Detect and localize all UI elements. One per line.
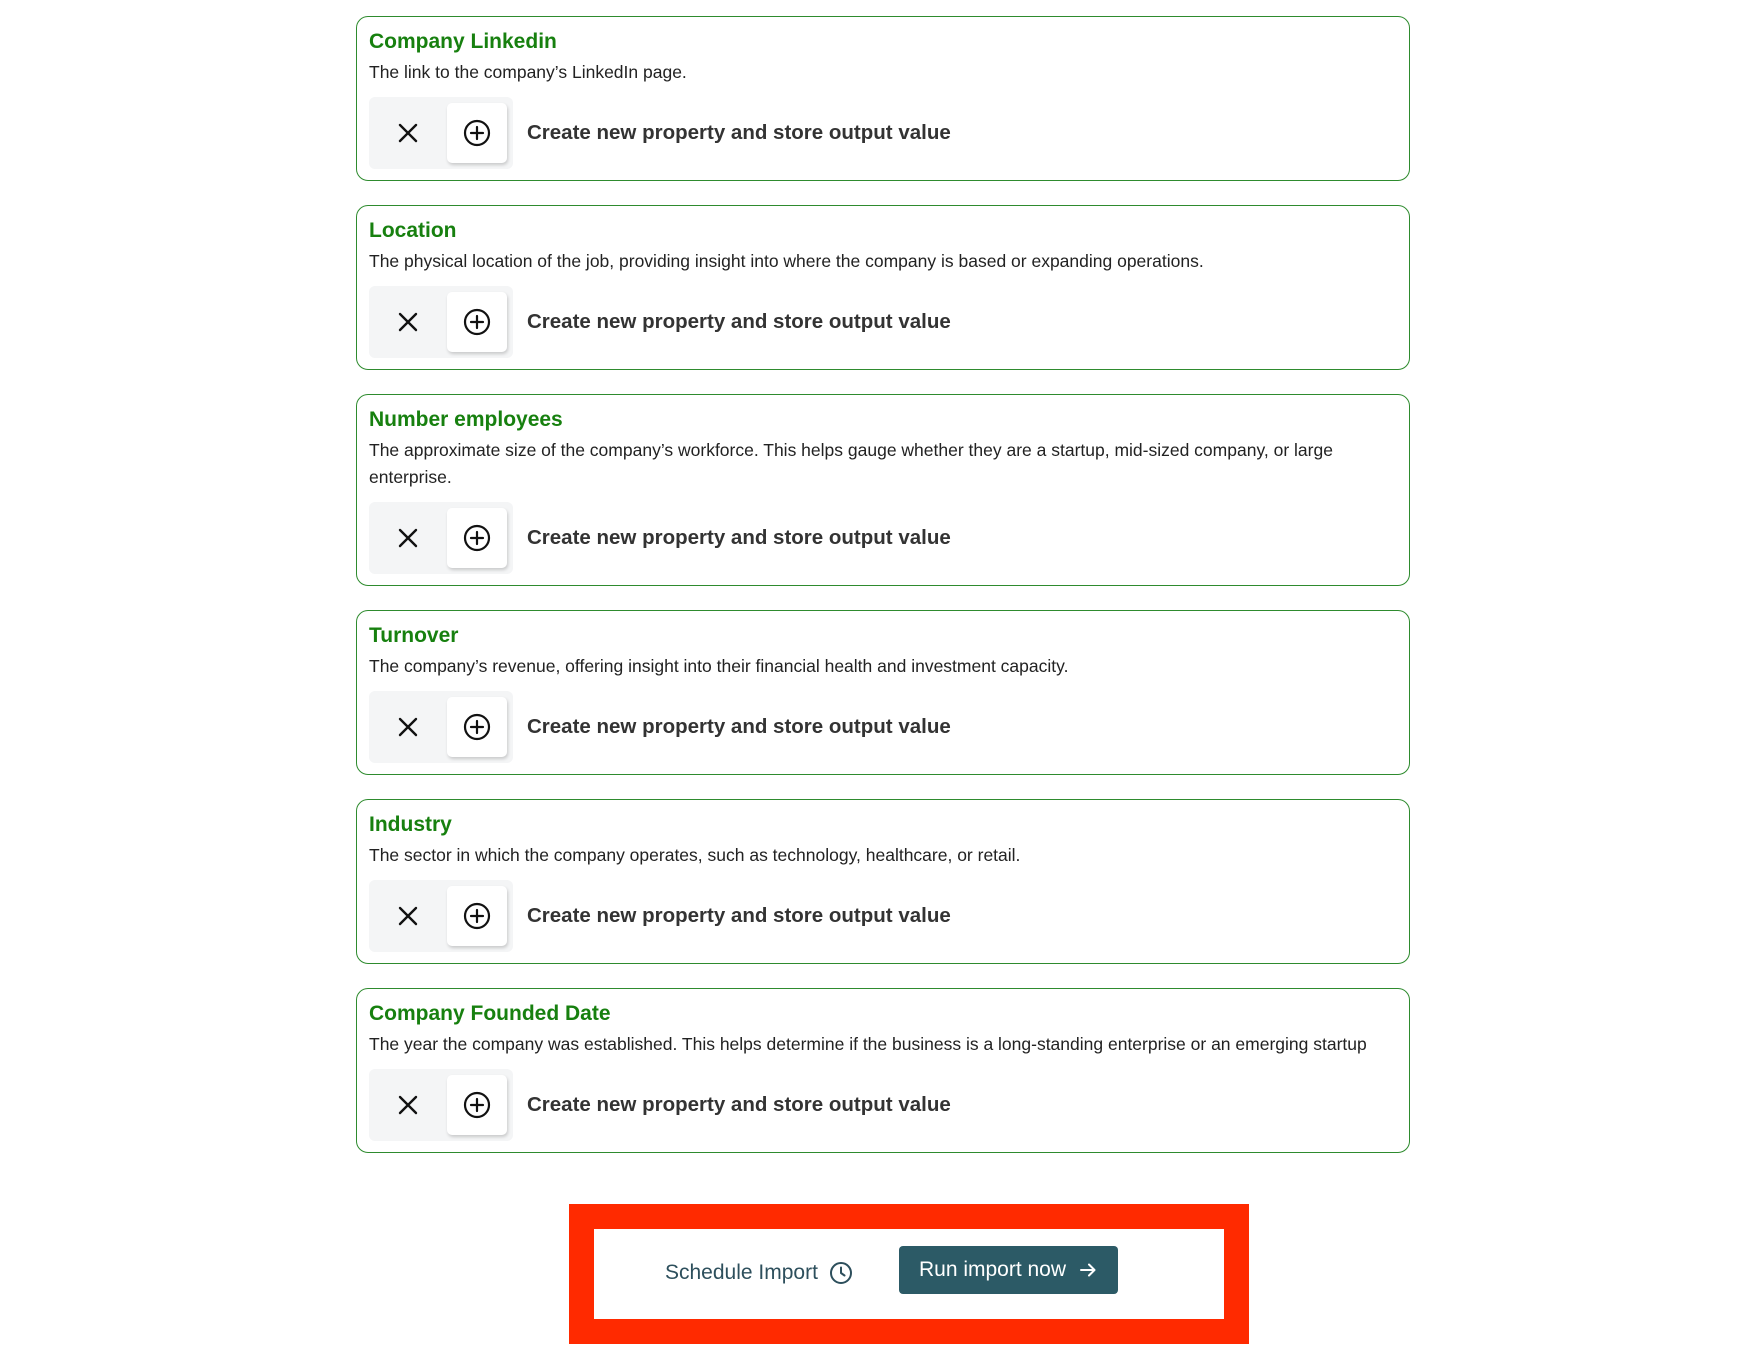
schedule-import-label: Schedule Import bbox=[665, 1261, 818, 1284]
property-action-row: Create new property and store output val… bbox=[369, 286, 1397, 358]
plus-circle-icon bbox=[463, 524, 491, 552]
property-description: The year the company was established. Th… bbox=[369, 1034, 1367, 1054]
property-action-row: Create new property and store output val… bbox=[369, 1069, 1397, 1141]
action-button-group bbox=[369, 502, 513, 574]
property-action-row: Create new property and store output val… bbox=[369, 880, 1397, 952]
create-property-button[interactable] bbox=[447, 697, 507, 757]
remove-property-button[interactable] bbox=[369, 502, 447, 574]
create-property-label: Create new property and store output val… bbox=[527, 121, 951, 144]
close-icon bbox=[398, 123, 418, 143]
property-title: Turnover bbox=[369, 624, 459, 647]
arrow-right-icon bbox=[1080, 1263, 1096, 1277]
action-button-group bbox=[369, 1069, 513, 1141]
plus-circle-icon bbox=[463, 308, 491, 336]
property-action-row: Create new property and store output val… bbox=[369, 97, 1397, 169]
property-title: Location bbox=[369, 219, 457, 242]
create-property-label: Create new property and store output val… bbox=[527, 526, 951, 549]
property-card-industry: Industry The sector in which the company… bbox=[356, 799, 1410, 964]
close-icon bbox=[398, 906, 418, 926]
create-property-button[interactable] bbox=[447, 1075, 507, 1135]
property-description: The sector in which the company operates… bbox=[369, 845, 1021, 865]
property-description: The approximate size of the company’s wo… bbox=[369, 440, 1333, 487]
property-card-company-linkedin: Company Linkedin The link to the company… bbox=[356, 16, 1410, 181]
property-title: Number employees bbox=[369, 408, 563, 431]
plus-circle-icon bbox=[463, 902, 491, 930]
create-property-label: Create new property and store output val… bbox=[527, 310, 951, 333]
remove-property-button[interactable] bbox=[369, 286, 447, 358]
create-property-label: Create new property and store output val… bbox=[527, 1093, 951, 1116]
remove-property-button[interactable] bbox=[369, 880, 447, 952]
remove-property-button[interactable] bbox=[369, 1069, 447, 1141]
property-action-row: Create new property and store output val… bbox=[369, 691, 1397, 763]
create-property-button[interactable] bbox=[447, 103, 507, 163]
clock-icon bbox=[829, 1262, 852, 1284]
create-property-label: Create new property and store output val… bbox=[527, 715, 951, 738]
property-card-turnover: Turnover The company’s revenue, offering… bbox=[356, 610, 1410, 775]
remove-property-button[interactable] bbox=[369, 691, 447, 763]
close-icon bbox=[398, 717, 418, 737]
action-button-group bbox=[369, 880, 513, 952]
schedule-import-button[interactable]: Schedule Import bbox=[665, 1253, 853, 1293]
action-button-group bbox=[369, 691, 513, 763]
plus-circle-icon bbox=[463, 119, 491, 147]
action-button-group bbox=[369, 97, 513, 169]
create-property-button[interactable] bbox=[447, 886, 507, 946]
close-icon bbox=[398, 528, 418, 548]
property-title: Company Linkedin bbox=[369, 30, 557, 53]
property-action-row: Create new property and store output val… bbox=[369, 502, 1397, 574]
close-icon bbox=[398, 1095, 418, 1115]
property-description: The company’s revenue, offering insight … bbox=[369, 656, 1069, 676]
action-button-group bbox=[369, 286, 513, 358]
property-description: The link to the company’s LinkedIn page. bbox=[369, 62, 687, 82]
create-property-label: Create new property and store output val… bbox=[527, 904, 951, 927]
property-card-location: Location The physical location of the jo… bbox=[356, 205, 1410, 370]
property-title: Company Founded Date bbox=[369, 1002, 611, 1025]
run-import-label: Run import now bbox=[918, 1258, 1067, 1281]
property-description: The physical location of the job, provid… bbox=[369, 251, 1204, 271]
property-card-number-employees: Number employees The approximate size of… bbox=[356, 394, 1410, 586]
property-title: Industry bbox=[369, 813, 452, 836]
plus-circle-icon bbox=[463, 1091, 491, 1119]
footer-highlight-box: Schedule Import Run import now bbox=[569, 1204, 1249, 1344]
property-list: Company Linkedin The link to the company… bbox=[356, 16, 1410, 1177]
plus-circle-icon bbox=[463, 713, 491, 741]
remove-property-button[interactable] bbox=[369, 97, 447, 169]
create-property-button[interactable] bbox=[447, 292, 507, 352]
property-card-company-founded-date: Company Founded Date The year the compan… bbox=[356, 988, 1410, 1153]
close-icon bbox=[398, 312, 418, 332]
run-import-now-button[interactable]: Run import now bbox=[899, 1246, 1118, 1294]
create-property-button[interactable] bbox=[447, 508, 507, 568]
import-actions: Schedule Import Run import now bbox=[594, 1229, 1224, 1319]
